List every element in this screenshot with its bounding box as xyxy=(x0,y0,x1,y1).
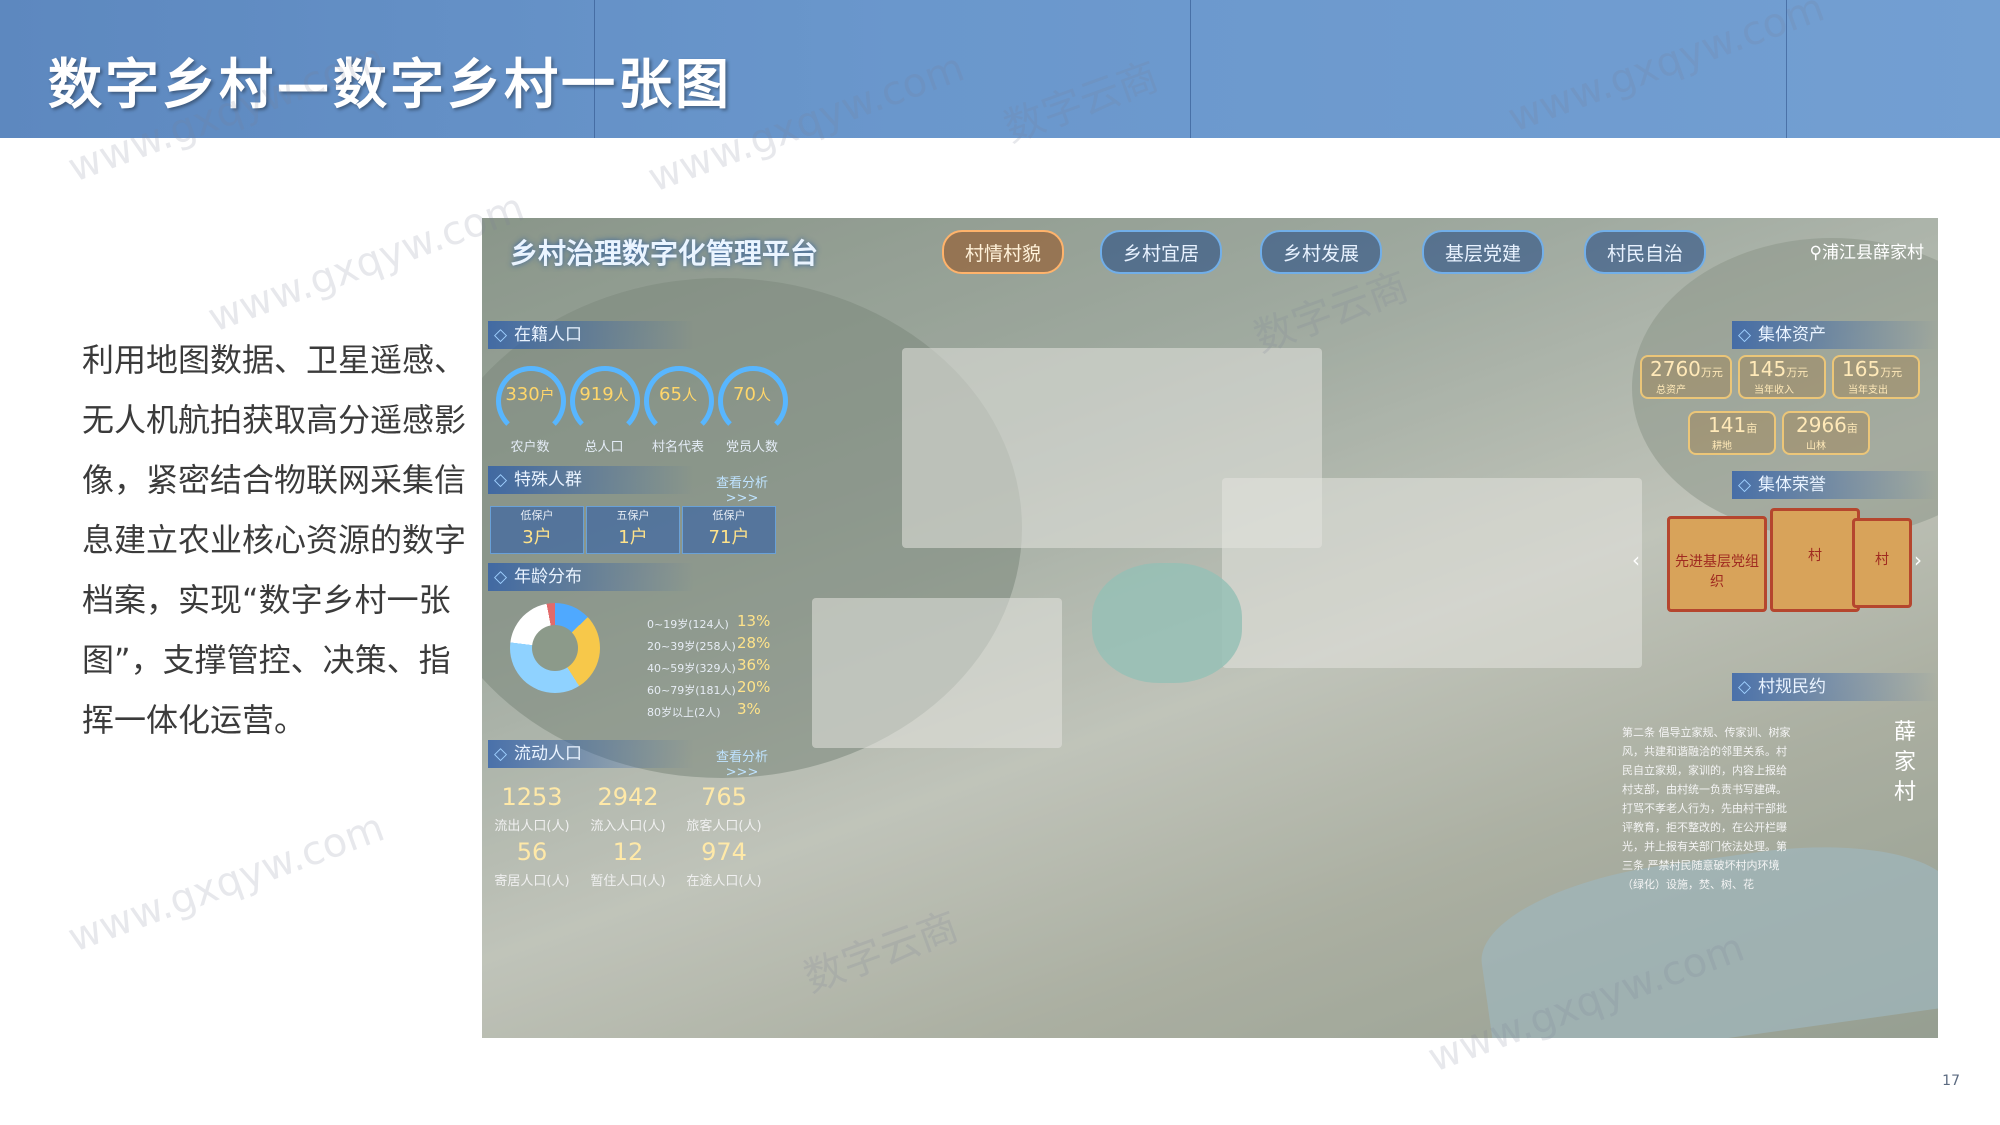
asset-card: 145万元 当年收入 xyxy=(1738,355,1826,399)
honor-plaque: 村 xyxy=(1770,508,1860,612)
asset-value: 2760 xyxy=(1650,357,1701,381)
nav-tab-livable[interactable]: 乡村宜居 xyxy=(1100,230,1222,274)
asset-value: 141 xyxy=(1708,413,1747,437)
location-text: 浦江县薛家村 xyxy=(1822,243,1924,263)
card-label: 五保户 xyxy=(616,509,650,522)
card-value: 1户 xyxy=(618,527,648,548)
asset-value: 145 xyxy=(1748,357,1787,381)
nav-tab-party-building[interactable]: 基层党建 xyxy=(1422,230,1544,274)
stat-value: 2942 xyxy=(597,783,659,811)
platform-screenshot: 乡村治理数字化管理平台 村情村貌 乡村宜居 乡村发展 基层党建 村民自治 ⚲浦江… xyxy=(482,218,1938,1038)
asset-card: 2966亩 山林 xyxy=(1782,411,1870,455)
stat-value: 974 xyxy=(701,838,747,866)
legend-label: 40~59岁(329人) xyxy=(647,662,736,675)
legend-label: 20~39岁(258人) xyxy=(647,640,736,653)
stat-value: 56 xyxy=(516,838,548,866)
village-rules-text: 第二条 倡导立家规、传家训、树家风，共建和谐融洽的邻里关系。村民自立家规，家训的… xyxy=(1622,726,1791,891)
map-pin-icon: ⚲ xyxy=(1809,243,1822,263)
calligraphy-text: 薛家村 xyxy=(1894,720,1917,805)
slide-header: 数字乡村—数字乡村一张图 xyxy=(0,0,2000,138)
legend-label: 80岁以上(2人) xyxy=(647,706,721,719)
section-title-registered: 在籍人口 xyxy=(488,321,694,349)
page-number: 17 xyxy=(1942,1073,1960,1089)
view-analysis-link[interactable]: 查看分析 >>> xyxy=(702,472,782,506)
chevron-left-icon[interactable]: ‹ xyxy=(1632,548,1640,572)
section-title-floating: 流动人口 xyxy=(488,740,694,768)
asset-card: 165万元 当年支出 xyxy=(1832,355,1920,399)
legend-percent: 28% xyxy=(737,634,771,652)
slide-title: 数字乡村—数字乡村一张图 xyxy=(48,53,732,116)
asset-label: 山林 xyxy=(1806,441,1826,452)
slide-body-text: 利用地图数据、卫星遥感、无人机航拍获取高分遥感影像，紧密结合物联网采集信息建立农… xyxy=(82,341,467,739)
stat-value: 919人 xyxy=(579,384,629,405)
stat-value: 765 xyxy=(701,783,747,811)
card-value: 3户 xyxy=(522,527,552,548)
section-title-special: 特殊人群 xyxy=(488,466,694,494)
asset-label: 总资产 xyxy=(1656,385,1686,396)
stat-value: 1253 xyxy=(501,783,563,811)
honor-plaque: 村 xyxy=(1852,518,1912,608)
stat-value: 330户 xyxy=(505,384,555,405)
legend-percent: 3% xyxy=(737,700,761,718)
legend-percent: 20% xyxy=(737,678,771,696)
section-title-age: 年龄分布 xyxy=(488,563,694,591)
asset-card: 2760万元 总资产 xyxy=(1640,355,1732,399)
guide-line xyxy=(1190,0,1191,138)
nav-tab-village-overview[interactable]: 村情村貌 xyxy=(942,230,1064,274)
asset-card: 141亩 耕地 xyxy=(1688,411,1776,455)
card-label: 低保户 xyxy=(712,509,746,522)
watermark-text: www.gxqyw.com xyxy=(62,804,391,962)
legend-label: 60~79岁(181人) xyxy=(647,684,736,697)
stat-label: 寄居人口(人) xyxy=(494,874,570,889)
card-label: 低保户 xyxy=(520,509,554,522)
stat-label: 党员人数 xyxy=(725,440,778,455)
asset-value: 165 xyxy=(1842,357,1881,381)
location-label: ⚲浦江县薛家村 xyxy=(1810,238,1924,263)
honor-plaque: 先进基层党组织 xyxy=(1667,516,1767,612)
stat-label: 总人口 xyxy=(584,440,624,455)
stat-label: 流入人口(人) xyxy=(590,819,666,834)
age-donut-chart xyxy=(510,603,600,693)
legend-percent: 36% xyxy=(737,656,771,674)
stat-value: 65人 xyxy=(659,384,697,405)
guide-line xyxy=(1786,0,1787,138)
asset-label: 当年收入 xyxy=(1754,385,1794,396)
section-title-rules: 村规民约 xyxy=(1732,673,1938,701)
section-title-honors: 集体荣誉 xyxy=(1732,471,1938,499)
stat-label: 在途人口(人) xyxy=(686,874,762,889)
special-group-card: 五保户 1户 xyxy=(586,506,680,554)
nav-tab-development[interactable]: 乡村发展 xyxy=(1260,230,1382,274)
stat-label: 村名代表 xyxy=(651,440,704,455)
stat-label: 流出人口(人) xyxy=(494,819,570,834)
stat-value: 12 xyxy=(612,838,644,866)
asset-value: 2966 xyxy=(1796,413,1847,437)
legend-percent: 13% xyxy=(737,612,771,630)
guide-line xyxy=(594,0,595,138)
chevron-right-icon[interactable]: › xyxy=(1914,548,1922,572)
view-analysis-link[interactable]: 查看分析 >>> xyxy=(702,746,782,780)
platform-title: 乡村治理数字化管理平台 xyxy=(510,237,819,270)
legend-label: 0~19岁(124人) xyxy=(647,618,729,631)
special-group-card: 低保户 3户 xyxy=(490,506,584,554)
card-value: 71户 xyxy=(708,527,750,548)
stat-label: 暂住人口(人) xyxy=(590,874,666,889)
asset-label: 耕地 xyxy=(1712,441,1732,452)
nav-tab-self-governance[interactable]: 村民自治 xyxy=(1584,230,1706,274)
section-title-assets: 集体资产 xyxy=(1732,321,1938,349)
stat-value: 70人 xyxy=(733,384,771,405)
special-group-card: 低保户 71户 xyxy=(682,506,776,554)
asset-label: 当年支出 xyxy=(1848,385,1888,396)
stat-label: 农户数 xyxy=(510,440,550,455)
stat-label: 旅客人口(人) xyxy=(686,819,762,834)
